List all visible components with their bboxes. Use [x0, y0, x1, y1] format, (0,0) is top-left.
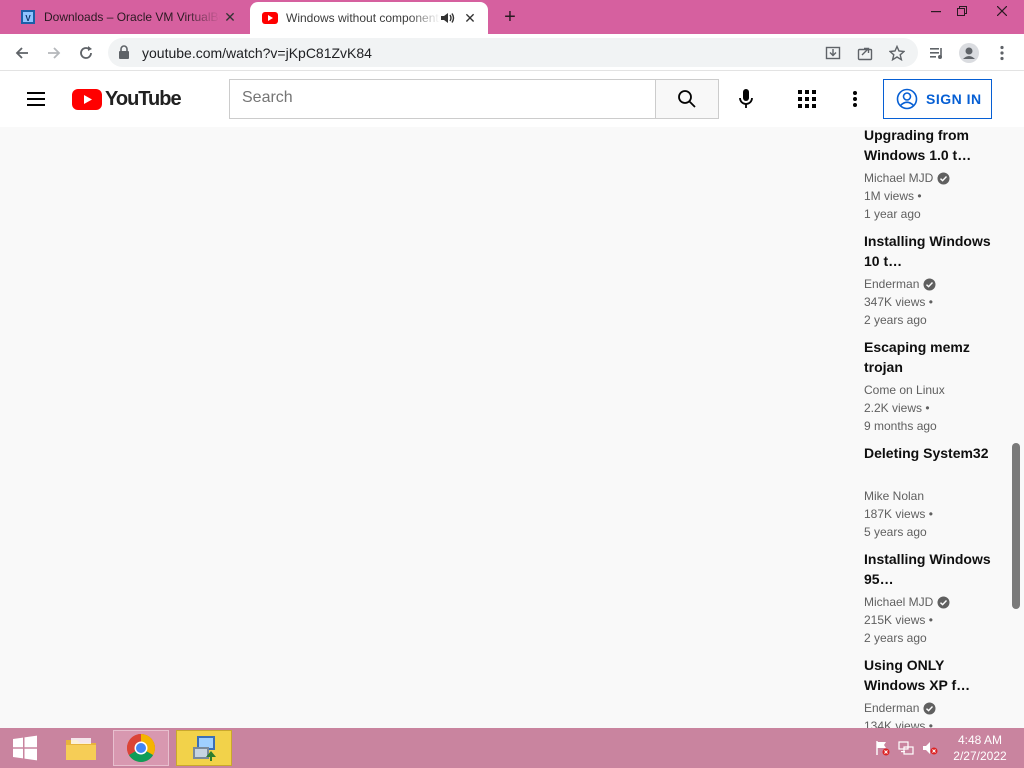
system-clock[interactable]: 4:48 AM 2/27/2022: [950, 732, 1010, 764]
channel-name[interactable]: Enderman: [864, 275, 919, 293]
audio-playing-icon[interactable]: [440, 10, 456, 26]
new-tab-button[interactable]: +: [498, 5, 522, 29]
media-queue-icon[interactable]: [923, 39, 951, 67]
network-icon[interactable]: [898, 740, 914, 756]
channel-name-row: Mike Nolan: [864, 487, 1009, 505]
tab-title: Windows without components: [286, 11, 440, 25]
browser-toolbar: youtube.com/watch?v=jKpC81ZvK84: [0, 34, 1024, 71]
clock-date: 2/27/2022: [953, 749, 1007, 763]
youtube-header: YouTube SIGN IN: [0, 71, 1024, 127]
recommendation-item[interactable]: Installing Windows 95… Michael MJD 215K …: [864, 549, 1009, 647]
volume-muted-icon[interactable]: [922, 740, 938, 756]
search-box[interactable]: [229, 79, 656, 119]
channel-name-row: Michael MJD: [864, 593, 1009, 611]
video-title[interactable]: Deleting System32: [864, 443, 1009, 483]
verified-badge-icon: [937, 596, 950, 609]
youtube-favicon-icon: [262, 10, 278, 26]
virtualbox-favicon-icon: V: [20, 9, 36, 25]
clock-time: 4:48 AM: [957, 733, 1003, 747]
windows-taskbar: 4:48 AM 2/27/2022: [0, 728, 1024, 768]
browser-tab-strip: V Downloads – Oracle VM VirtualBox ✕ Win…: [0, 0, 1024, 34]
upload-age: 1 year ago: [864, 207, 921, 221]
restore-icon[interactable]: [947, 0, 977, 22]
tab-close-icon[interactable]: ✕: [460, 8, 480, 28]
lock-icon[interactable]: [118, 45, 132, 59]
address-bar[interactable]: youtube.com/watch?v=jKpC81ZvK84: [108, 38, 918, 67]
video-title[interactable]: Installing Windows 95…: [864, 549, 1009, 589]
upload-age: 9 months ago: [864, 419, 937, 433]
channel-name[interactable]: Michael MJD: [864, 169, 933, 187]
page-scrollbar-thumb[interactable]: [1012, 443, 1020, 609]
taskbar-file-explorer[interactable]: [53, 730, 109, 766]
close-window-icon[interactable]: [985, 0, 1019, 22]
view-count: 215K views •: [864, 613, 933, 627]
start-button[interactable]: [0, 728, 50, 768]
bookmark-star-icon[interactable]: [886, 42, 908, 64]
view-count: 187K views •: [864, 507, 933, 521]
settings-more-icon[interactable]: [843, 87, 867, 111]
channel-name-row: Enderman: [864, 275, 1009, 293]
windows-logo-icon: [13, 735, 37, 761]
youtube-logo-text: YouTube: [105, 87, 182, 110]
svg-text:V: V: [25, 14, 31, 23]
channel-name[interactable]: Enderman: [864, 699, 919, 717]
channel-name-row: Come on Linux: [864, 381, 1009, 399]
profile-avatar-icon[interactable]: [955, 39, 983, 67]
chrome-icon: [127, 734, 155, 762]
youtube-logo[interactable]: YouTube: [72, 87, 182, 110]
recommendations-list: Upgrading from Windows 1.0 t… Michael MJ…: [864, 127, 1009, 728]
sign-in-label: SIGN IN: [926, 91, 982, 107]
view-count: 347K views •: [864, 295, 933, 309]
verified-badge-icon: [923, 278, 936, 291]
upload-age: 5 years ago: [864, 525, 927, 539]
browser-menu-icon[interactable]: [988, 39, 1016, 67]
recommendation-item[interactable]: Upgrading from Windows 1.0 t… Michael MJ…: [864, 127, 1009, 223]
folder-icon: [66, 738, 96, 760]
view-count: 134K views •: [864, 719, 933, 728]
tab-youtube-video[interactable]: Windows without components ✕: [250, 2, 488, 34]
url-text: youtube.com/watch?v=jKpC81ZvK84: [142, 45, 372, 61]
search-input[interactable]: [242, 89, 642, 107]
channel-name-row: Enderman: [864, 699, 1009, 717]
search-icon: [678, 90, 696, 108]
sign-in-button[interactable]: SIGN IN: [883, 79, 992, 119]
video-title[interactable]: Installing Windows 10 t…: [864, 231, 1009, 271]
verified-badge-icon: [937, 172, 950, 185]
taskbar-chrome[interactable]: [113, 730, 169, 766]
video-title[interactable]: Upgrading from Windows 1.0 t…: [864, 127, 1009, 165]
upload-age: 2 years ago: [864, 313, 927, 327]
youtube-play-logo-icon: [72, 88, 102, 110]
upload-age: 2 years ago: [864, 631, 927, 645]
tab-close-icon[interactable]: ✕: [220, 7, 240, 27]
install-app-icon[interactable]: [822, 42, 844, 64]
channel-name-row: Michael MJD: [864, 169, 1009, 187]
recommendation-item[interactable]: Using ONLY Windows XP f… Enderman 134K v…: [864, 655, 1009, 728]
tab-title: Downloads – Oracle VM VirtualBox: [44, 10, 220, 24]
recommendation-item[interactable]: Deleting System32 Mike Nolan 187K views …: [864, 443, 1009, 541]
back-arrow-icon[interactable]: [8, 39, 36, 67]
hamburger-menu-icon[interactable]: [24, 87, 48, 111]
channel-name[interactable]: Come on Linux: [864, 381, 945, 399]
installer-icon: [193, 736, 216, 761]
recommendation-item[interactable]: Escaping memz trojan Come on Linux 2.2K …: [864, 337, 1009, 435]
action-center-flag-icon[interactable]: [874, 740, 890, 756]
recommendation-item[interactable]: Installing Windows 10 t… Enderman 347K v…: [864, 231, 1009, 329]
youtube-apps-grid-icon[interactable]: [795, 87, 819, 111]
video-title[interactable]: Using ONLY Windows XP f…: [864, 655, 1009, 695]
video-title[interactable]: Escaping memz trojan: [864, 337, 1009, 377]
account-circle-icon: [896, 88, 918, 110]
verified-badge-icon: [923, 702, 936, 715]
voice-search-mic-icon[interactable]: [734, 87, 758, 111]
channel-name[interactable]: Michael MJD: [864, 593, 933, 611]
share-icon[interactable]: [854, 42, 876, 64]
view-count: 1M views •: [864, 189, 922, 203]
taskbar-virtualbox-installer[interactable]: [176, 730, 232, 766]
search-button[interactable]: [655, 79, 719, 119]
reload-icon[interactable]: [72, 39, 100, 67]
forward-arrow-icon[interactable]: [40, 39, 68, 67]
channel-name[interactable]: Mike Nolan: [864, 487, 924, 505]
tab-virtualbox-downloads[interactable]: V Downloads – Oracle VM VirtualBox ✕: [8, 0, 248, 34]
view-count: 2.2K views •: [864, 401, 930, 415]
